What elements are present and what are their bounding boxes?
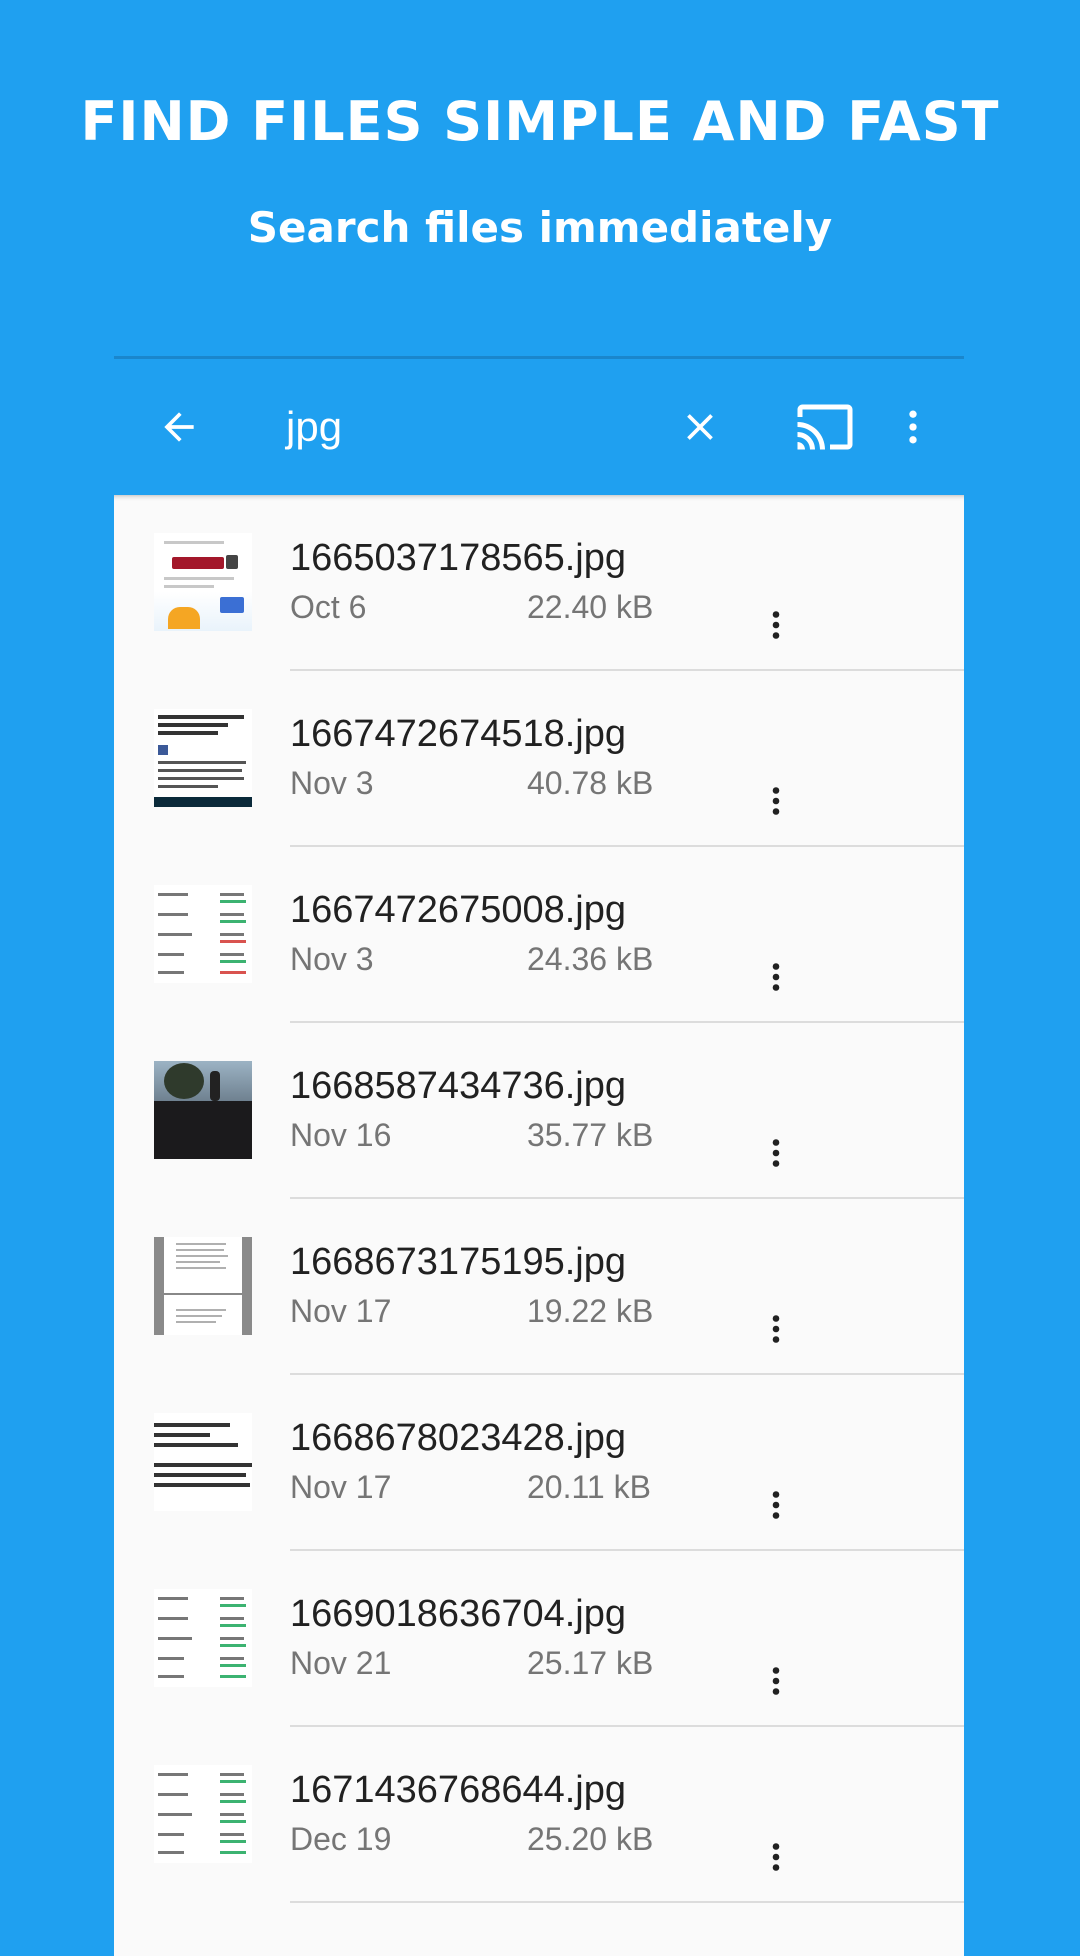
file-size: 24.36 kB	[527, 941, 654, 977]
file-thumbnail	[154, 1765, 252, 1863]
more-vert-icon[interactable]	[736, 1641, 816, 1721]
search-toolbar: jpg	[114, 359, 964, 495]
file-thumbnail	[154, 1237, 252, 1335]
file-thumbnail	[154, 885, 252, 983]
cast-icon[interactable]	[780, 359, 870, 495]
list-item[interactable]: 1668587434736.jpg Nov 16 35.77 kB	[114, 1023, 964, 1199]
file-size: 35.77 kB	[527, 1117, 654, 1153]
file-size: 22.40 kB	[527, 589, 654, 625]
file-thumbnail	[154, 1061, 252, 1159]
file-size: 19.22 kB	[527, 1293, 654, 1329]
file-thumbnail	[154, 533, 252, 631]
file-size: 25.17 kB	[527, 1645, 654, 1681]
file-date: Nov 3	[290, 941, 374, 977]
list-item[interactable]: 1669018636704.jpg Nov 21 25.17 kB	[114, 1551, 964, 1727]
divider	[290, 1901, 964, 1903]
more-vert-icon[interactable]	[736, 937, 816, 1017]
search-input[interactable]: jpg	[286, 359, 342, 495]
more-vert-icon[interactable]	[736, 1289, 816, 1369]
more-vert-icon[interactable]	[883, 359, 943, 495]
file-name: 1668587434736.jpg	[290, 1065, 627, 1107]
file-date: Nov 16	[290, 1117, 392, 1153]
file-date: Nov 3	[290, 765, 374, 801]
more-vert-icon[interactable]	[736, 1465, 816, 1545]
list-item[interactable]: 1671436768644.jpg Dec 19 25.20 kB	[114, 1727, 964, 1903]
file-name: 1668673175195.jpg	[290, 1241, 627, 1283]
close-icon[interactable]	[655, 359, 745, 495]
file-date: Nov 21	[290, 1645, 392, 1681]
file-size: 20.11 kB	[527, 1469, 651, 1505]
file-name: 1671436768644.jpg	[290, 1769, 627, 1811]
file-size: 25.20 kB	[527, 1821, 654, 1857]
more-vert-icon[interactable]	[736, 1817, 816, 1897]
list-item[interactable]: 1668678023428.jpg Nov 17 20.11 kB	[114, 1375, 964, 1551]
file-thumbnail	[154, 1589, 252, 1687]
promo-subtitle: Search files immediately	[247, 203, 833, 252]
file-name: 1669018636704.jpg	[290, 1593, 627, 1635]
more-vert-icon[interactable]	[736, 585, 816, 665]
file-date: Nov 17	[290, 1293, 392, 1329]
file-thumbnail	[154, 1413, 252, 1511]
file-name: 1667472675008.jpg	[290, 889, 627, 931]
list-item[interactable]: 1667472675008.jpg Nov 3 24.36 kB	[114, 847, 964, 1023]
file-name: 1668678023428.jpg	[290, 1417, 627, 1459]
file-name: 1665037178565.jpg	[290, 537, 627, 579]
promo-title: FIND FILES SIMPLE AND FAST	[80, 90, 1000, 153]
file-size: 40.78 kB	[527, 765, 654, 801]
file-name: 1667472674518.jpg	[290, 713, 627, 755]
list-item[interactable]: 1665037178565.jpg Oct 6 22.40 kB	[114, 495, 964, 671]
file-thumbnail	[154, 709, 252, 807]
more-vert-icon[interactable]	[736, 761, 816, 841]
phone-screen: jpg 1665037178565.jpg Oct 6 22.40 kB 166…	[114, 356, 964, 1956]
file-date: Nov 17	[290, 1469, 392, 1505]
back-arrow-icon[interactable]	[134, 359, 224, 495]
list-item[interactable]: 1667472674518.jpg Nov 3 40.78 kB	[114, 671, 964, 847]
file-date: Oct 6	[290, 589, 367, 625]
more-vert-icon[interactable]	[736, 1113, 816, 1193]
list-item[interactable]: 1668673175195.jpg Nov 17 19.22 kB	[114, 1199, 964, 1375]
file-list: 1665037178565.jpg Oct 6 22.40 kB 1667472…	[114, 495, 964, 1956]
file-date: Dec 19	[290, 1821, 392, 1857]
